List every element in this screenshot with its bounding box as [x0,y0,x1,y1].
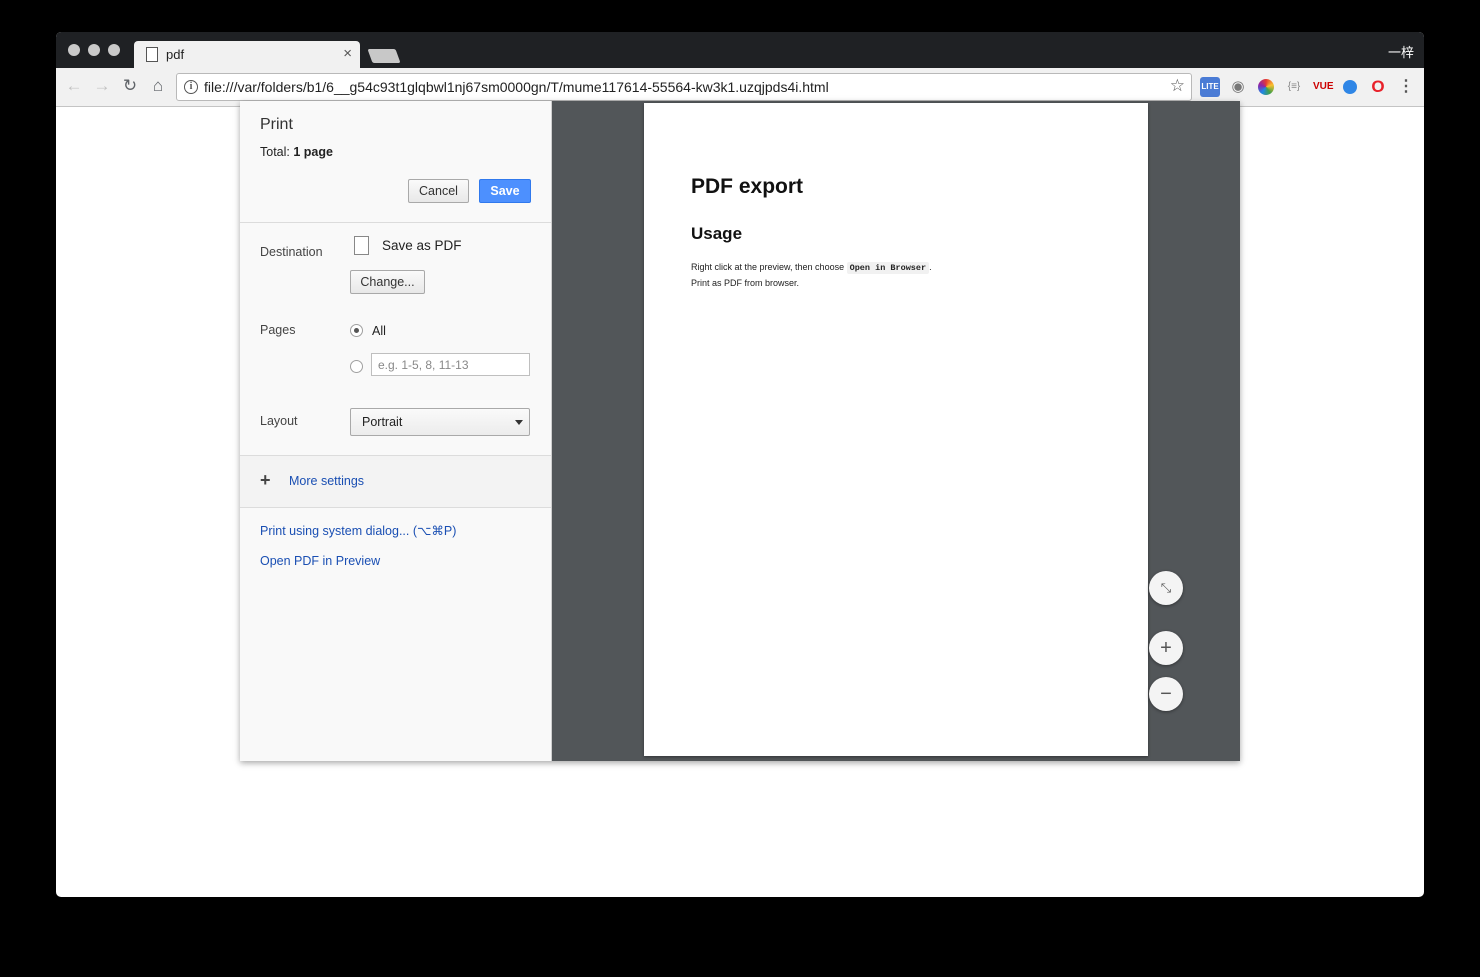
total-pages: Total: 1 page [260,145,333,159]
address-bar[interactable]: i file:///var/folders/b1/6__g54c93t1glqb… [176,73,1192,101]
print-dialog: Print Total: 1 page Cancel Save Destinat… [240,101,1240,761]
tab-strip: pdf × 一梓 [56,32,1424,68]
print-preview-area: PDF export Usage Right click at the prev… [552,101,1240,761]
doc-paragraph-2: Print as PDF from browser. [691,278,800,288]
more-settings-row[interactable]: + More settings [240,455,551,508]
color-wheel-extension-icon[interactable] [1256,77,1276,97]
browser-menu-icon[interactable]: ⋮ [1396,77,1416,97]
opera-extension-icon[interactable]: O [1368,77,1388,97]
cancel-button[interactable]: Cancel [408,179,469,203]
inline-code: Open in Browser [846,262,930,274]
zoom-window-button[interactable] [108,44,120,56]
tab-title: pdf [166,47,185,62]
pages-label: Pages [260,323,296,337]
total-value: 1 page [293,145,333,159]
save-button[interactable]: Save [479,179,531,203]
pages-all-label: All [372,324,386,338]
para1-text-after: . [929,262,932,272]
plus-icon: + [260,470,271,490]
print-header: Print Total: 1 page Cancel Save [240,101,551,223]
pdf-document-icon [354,236,369,255]
doc-paragraph-1: Right click at the preview, then choose … [691,262,932,274]
open-preview-link[interactable]: Open PDF in Preview [260,554,380,568]
system-dialog-link[interactable]: Print using system dialog... (⌥⌘P) [260,523,456,538]
doc-heading-1: PDF export [691,175,804,198]
new-tab-button[interactable] [367,49,401,63]
back-arrow-icon[interactable]: ← [62,74,86,98]
browser-window: pdf × 一梓 ← → ↻ ⌂ i file:///var/folders/b… [56,32,1424,897]
zoom-in-icon[interactable]: + [1149,631,1183,665]
profile-name[interactable]: 一梓 [1388,42,1414,61]
doc-heading-2: Usage [691,224,743,243]
total-prefix: Total: [260,145,294,159]
pages-all-radio[interactable] [350,324,363,337]
vue-extension-icon[interactable]: VUE [1313,77,1334,97]
close-window-button[interactable] [68,44,80,56]
more-settings-link[interactable]: More settings [289,474,364,488]
para1-text-before: Right click at the preview, then choose [691,262,847,272]
pages-range-input[interactable] [371,353,530,376]
forward-arrow-icon[interactable]: → [90,74,114,98]
layout-label: Layout [260,414,298,428]
chevron-down-icon [515,420,523,425]
lite-extension-icon[interactable]: LITE [1200,77,1220,97]
print-settings-sidebar: Print Total: 1 page Cancel Save Destinat… [240,101,552,761]
blue-circle-extension-icon[interactable] [1340,77,1360,97]
home-icon[interactable]: ⌂ [146,74,170,98]
layout-value: Portrait [362,415,403,429]
fit-to-page-icon[interactable]: ⤡ [1149,571,1183,605]
reload-icon[interactable]: ↻ [118,74,142,98]
browser-tab[interactable]: pdf × [134,41,360,68]
document-icon [146,47,158,62]
url-text[interactable]: file:///var/folders/b1/6__g54c93t1glqbwl… [204,79,829,95]
destination-label: Destination [260,245,323,259]
info-icon[interactable]: i [184,80,198,94]
tab-close-icon[interactable]: × [343,45,352,62]
bookmark-star-icon[interactable]: ☆ [1170,76,1185,96]
destination-name: Save as PDF [382,238,462,253]
minimize-window-button[interactable] [88,44,100,56]
camera-extension-icon[interactable]: ◉ [1228,77,1248,97]
preview-page: PDF export Usage Right click at the prev… [644,103,1148,756]
change-destination-button[interactable]: Change... [350,270,425,294]
print-title: Print [260,116,293,133]
zoom-out-icon[interactable]: − [1149,677,1183,711]
json-extension-icon[interactable]: {≡} [1284,77,1304,97]
pages-custom-radio[interactable] [350,360,363,373]
layout-select[interactable]: Portrait [350,408,530,436]
